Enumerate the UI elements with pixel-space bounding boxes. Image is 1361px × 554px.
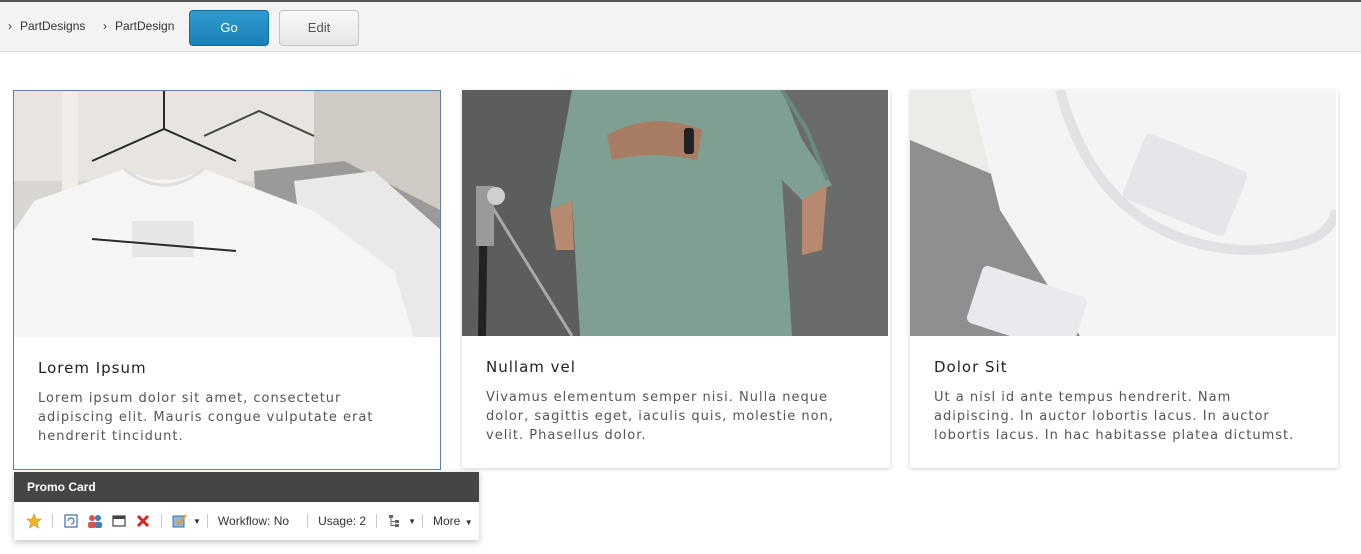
refresh-icon[interactable] <box>62 512 80 530</box>
tree-icon[interactable] <box>386 512 404 530</box>
card-text: Vivamus elementum semper nisi. Nulla neq… <box>486 390 834 443</box>
card-title: Lorem Ipsum <box>38 359 147 377</box>
divider <box>307 514 309 528</box>
breadcrumb-partdesign[interactable]: › PartDesign <box>103 19 174 33</box>
card-image-folded-tshirts <box>910 90 1338 336</box>
promo-card-2[interactable]: Nullam vel Vivamus elementum semper nisi… <box>462 90 890 468</box>
chevron-down-icon[interactable]: ▼ <box>193 517 201 526</box>
delete-icon[interactable] <box>134 512 152 530</box>
more-label: More <box>433 514 461 528</box>
promo-card-1[interactable]: Lorem Ipsum Lorem ipsum dolor sit amet, … <box>13 90 441 470</box>
card-text: Ut a nisl id ante tempus hendrerit. Nam … <box>934 390 1295 443</box>
top-bar: › PartDesigns › PartDesign Go Edit <box>0 0 1361 52</box>
workflow-status: Workflow: No <box>217 514 290 528</box>
promo-card-3[interactable]: Dolor Sit Ut a nisl id ante tempus hendr… <box>910 90 1338 468</box>
window-icon[interactable] <box>110 512 128 530</box>
star-icon[interactable] <box>25 512 43 530</box>
usage-count[interactable]: Usage: 2 <box>318 514 366 528</box>
divider <box>376 514 378 528</box>
card-title: Dolor Sit <box>934 358 1008 376</box>
breadcrumb-partdesigns[interactable]: › PartDesigns <box>8 19 85 33</box>
go-button[interactable]: Go <box>189 10 269 46</box>
toolbar-title: Promo Card <box>14 472 479 502</box>
edit-button[interactable]: Edit <box>279 10 359 46</box>
more-menu[interactable]: More ▼ <box>433 514 473 528</box>
divider <box>422 514 424 528</box>
component-toolbar: Promo Card ▼ Workflow: No Usage: 2 ▼ Mor… <box>14 472 479 540</box>
checklist-icon[interactable] <box>171 512 189 530</box>
breadcrumb-label: PartDesigns <box>20 19 86 33</box>
chevron-down-icon: ▼ <box>464 518 473 527</box>
card-image-tshirts-on-hangers <box>14 91 440 337</box>
divider <box>161 514 162 528</box>
chevron-right-icon: › <box>103 19 107 33</box>
card-image-person-green-tshirt <box>462 90 890 336</box>
toolbar-actions: ▼ Workflow: No Usage: 2 ▼ More ▼ <box>14 502 479 540</box>
chevron-right-icon: › <box>8 19 12 33</box>
card-text: Lorem ipsum dolor sit amet, consectetur … <box>38 391 374 444</box>
users-icon[interactable] <box>86 512 104 530</box>
divider <box>206 514 208 528</box>
divider <box>52 514 53 528</box>
breadcrumb-label: PartDesign <box>115 19 175 33</box>
chevron-down-icon[interactable]: ▼ <box>408 517 416 526</box>
card-title: Nullam vel <box>486 358 576 376</box>
